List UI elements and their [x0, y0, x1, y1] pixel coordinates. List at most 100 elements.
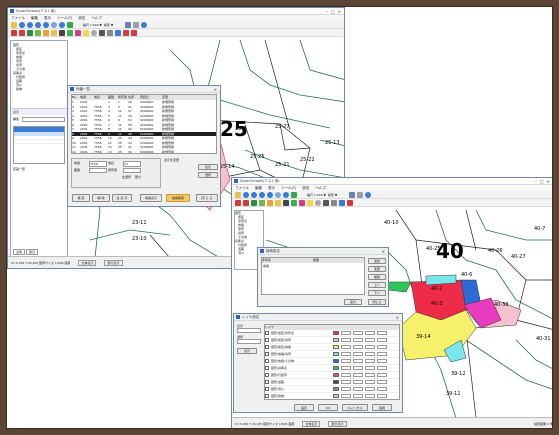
scale-select[interactable]: 縮尺 1:500 ▼ — [307, 193, 326, 197]
layer-checkbox[interactable] — [265, 345, 269, 349]
highlight-icon[interactable] — [307, 199, 313, 206]
layer-option-dropdown[interactable] — [377, 387, 387, 391]
save-icon[interactable] — [125, 21, 132, 28]
color-icon[interactable] — [291, 199, 297, 206]
close-icon[interactable]: × — [382, 249, 385, 254]
refresh-icon[interactable] — [291, 191, 297, 198]
radio-part[interactable]: 部分 — [135, 175, 141, 179]
layer-option-dropdown[interactable] — [365, 380, 375, 384]
close-icon[interactable]: × — [338, 9, 341, 14]
status-button[interactable]: 全体表示 — [302, 420, 321, 427]
folder-icon[interactable] — [11, 21, 17, 28]
layer-option-dropdown[interactable] — [353, 394, 363, 398]
parcel-search-button[interactable]: 地番検索 — [166, 194, 190, 202]
folder-icon[interactable] — [235, 191, 241, 198]
layer-option-dropdown[interactable] — [353, 331, 363, 335]
minimize-icon[interactable]: – — [535, 179, 537, 184]
grid-icon[interactable] — [251, 199, 257, 206]
layer-row[interactable]: 図形/地番/境界 — [265, 351, 399, 358]
up-button[interactable]: 上へ — [368, 282, 386, 288]
arrow-icon[interactable] — [339, 199, 345, 206]
layer-option-dropdown[interactable] — [341, 331, 351, 335]
form-input[interactable] — [123, 168, 141, 173]
tab-part[interactable]: 部分 — [26, 249, 39, 255]
layer-checkbox[interactable] — [265, 331, 269, 335]
settings-button[interactable]: 設定 — [294, 404, 314, 411]
refresh-icon[interactable] — [67, 21, 73, 28]
display-button[interactable]: 表示 — [237, 348, 257, 354]
layer-color-swatch[interactable] — [333, 359, 339, 363]
status-button[interactable]: 部分表示 — [328, 420, 347, 427]
search-icon[interactable] — [59, 21, 65, 28]
highlight-icon[interactable] — [83, 29, 89, 36]
scale-select[interactable]: 縮尺 1:500 ▼ — [83, 23, 102, 27]
layer-option-dropdown[interactable] — [377, 394, 387, 398]
measure-icon[interactable] — [107, 29, 113, 36]
tab-all[interactable]: 全体 — [13, 249, 26, 255]
zoom-window-icon[interactable] — [259, 191, 265, 198]
measure-icon[interactable] — [331, 199, 337, 206]
grid-icon[interactable] — [27, 29, 33, 36]
delete-icon[interactable] — [235, 199, 241, 206]
layer-checkbox[interactable] — [265, 352, 269, 356]
add-button[interactable]: 追加 — [368, 258, 386, 264]
parcel-display-button[interactable]: 地番表示 — [140, 194, 162, 202]
menu-help[interactable]: ヘルプ — [315, 186, 326, 191]
print-icon[interactable] — [357, 191, 364, 198]
option-input[interactable] — [237, 339, 261, 344]
pin-icon[interactable] — [99, 29, 105, 36]
layer-option-dropdown[interactable] — [365, 352, 375, 356]
pin-icon[interactable] — [323, 199, 329, 206]
palette-icon[interactable] — [299, 199, 305, 206]
zoom-in-icon[interactable] — [19, 21, 25, 28]
layer-row[interactable]: 図形/河川 — [265, 386, 399, 393]
layer-row[interactable]: 図形/街区/地番 — [265, 344, 399, 351]
layer-option-dropdown[interactable] — [353, 373, 363, 377]
zoom-in-icon[interactable] — [243, 191, 249, 198]
close-icon[interactable]: × — [214, 87, 217, 92]
layer-option-dropdown[interactable] — [377, 366, 387, 370]
layer-icon[interactable] — [267, 199, 273, 206]
folder-open-icon[interactable] — [51, 29, 57, 36]
layer-icon[interactable] — [43, 29, 49, 36]
arrow-icon[interactable] — [115, 29, 121, 36]
form-input[interactable]: 23 — [123, 161, 141, 167]
status-button[interactable]: 部分表示 — [104, 259, 123, 266]
layer-checkbox[interactable] — [265, 338, 269, 342]
layer-color-swatch[interactable] — [333, 387, 339, 391]
settings-icon[interactable] — [141, 21, 148, 28]
layer-checkbox[interactable] — [265, 394, 269, 398]
layer-checkbox[interactable] — [265, 359, 269, 363]
print-icon[interactable] — [133, 21, 140, 28]
layer-option-dropdown[interactable] — [365, 359, 375, 363]
close-button[interactable]: 閉じる — [368, 299, 386, 305]
column-header[interactable]: 範囲 — [313, 258, 364, 263]
menu-tools[interactable]: ツール(T) — [57, 16, 72, 21]
pan-icon[interactable] — [51, 21, 57, 28]
layer-checkbox[interactable] — [265, 366, 269, 370]
layer-row[interactable]: 図形/道路 — [265, 379, 399, 386]
delete-button[interactable]: 削除 — [368, 274, 386, 280]
layer-option-dropdown[interactable] — [341, 387, 351, 391]
folder-open-icon[interactable] — [275, 199, 281, 206]
form-input[interactable]: 7556 — [89, 161, 107, 167]
layer-option-dropdown[interactable] — [365, 331, 375, 335]
layer-option-dropdown[interactable] — [341, 359, 351, 363]
layer-row[interactable]: 図形/街区/筆界 — [265, 337, 399, 344]
zoom-window-icon[interactable] — [35, 21, 41, 28]
layer-option-dropdown[interactable] — [353, 338, 363, 342]
layer-option-dropdown[interactable] — [341, 338, 351, 342]
layer-option-dropdown[interactable] — [353, 387, 363, 391]
zoom-out-icon[interactable] — [27, 21, 33, 28]
layer-color-swatch[interactable] — [333, 345, 339, 349]
maximize-icon[interactable]: □ — [331, 9, 335, 14]
layer-option-dropdown[interactable] — [353, 366, 363, 370]
layer-color-swatch[interactable] — [333, 352, 339, 356]
close-icon[interactable]: × — [547, 179, 550, 184]
layer-option-dropdown[interactable] — [341, 380, 351, 384]
layer-option-dropdown[interactable] — [365, 394, 375, 398]
circle-icon[interactable] — [315, 199, 321, 206]
layer-row[interactable]: 図形/行政界 — [265, 372, 399, 379]
settings-icon[interactable] — [365, 191, 372, 198]
text-icon[interactable] — [19, 29, 25, 36]
